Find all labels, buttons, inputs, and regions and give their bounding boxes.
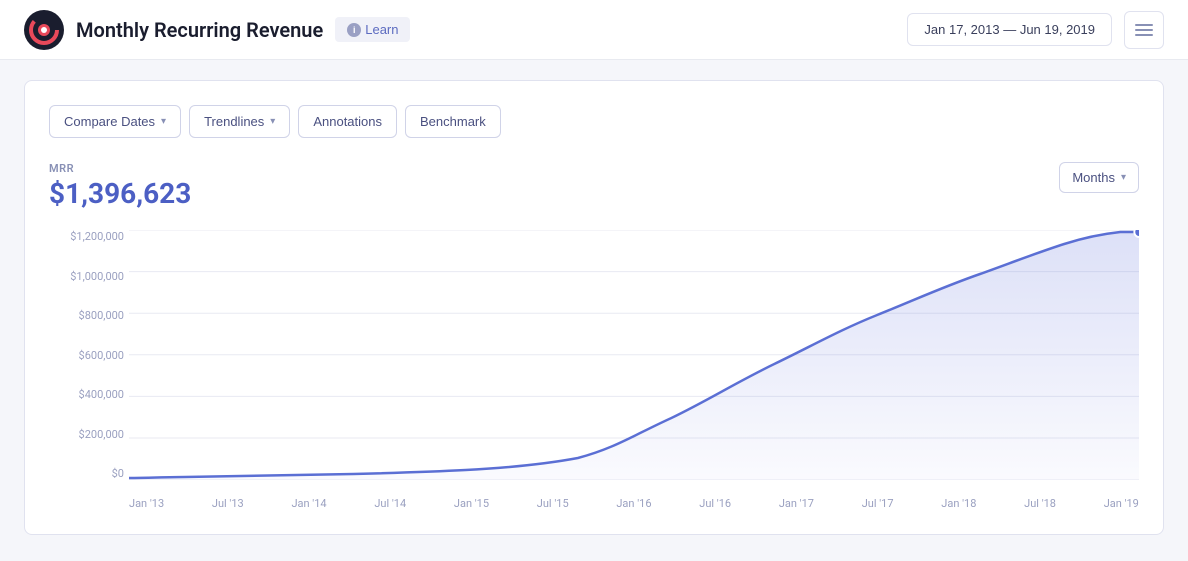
- x-label-jan15: Jan '15: [454, 497, 489, 510]
- annotations-button[interactable]: Annotations: [298, 105, 397, 138]
- x-label-jan17: Jan '17: [779, 497, 814, 510]
- info-icon: i: [347, 23, 361, 37]
- x-axis: Jan '13 Jul '13 Jan '14 Jul '14 Jan '15 …: [129, 482, 1139, 510]
- x-label-jan19: Jan '19: [1104, 497, 1139, 510]
- chevron-down-icon: ▾: [161, 116, 166, 127]
- chevron-down-icon: ▾: [270, 116, 275, 127]
- page-title: Monthly Recurring Revenue: [76, 18, 323, 42]
- x-label-jan16: Jan '16: [616, 497, 651, 510]
- date-range-picker[interactable]: Jan 17, 2013 — Jun 19, 2019: [907, 13, 1112, 46]
- menu-line-1: [1135, 24, 1153, 26]
- y-label-0: $0: [49, 467, 124, 480]
- y-label-600k: $600,000: [49, 349, 124, 362]
- benchmark-label: Benchmark: [420, 114, 486, 129]
- chart-canvas: [129, 230, 1139, 480]
- granularity-selector[interactable]: Months ▾: [1059, 162, 1139, 193]
- learn-button[interactable]: i Learn: [335, 17, 410, 42]
- metric-value: $1,396,623: [49, 177, 1139, 210]
- chart-wrapper: $0 $200,000 $400,000 $600,000 $800,000 $…: [49, 230, 1139, 510]
- chart-toolbar: Compare Dates ▾ Trendlines ▾ Annotations…: [49, 105, 1139, 138]
- chart-section: MRR $1,396,623 Months ▾ $0 $200,000 $400…: [49, 162, 1139, 510]
- compare-dates-label: Compare Dates: [64, 114, 155, 129]
- x-label-jul18: Jul '18: [1024, 497, 1056, 510]
- y-label-400k: $400,000: [49, 388, 124, 401]
- learn-label: Learn: [365, 22, 398, 37]
- annotations-label: Annotations: [313, 114, 382, 129]
- y-axis: $0 $200,000 $400,000 $600,000 $800,000 $…: [49, 230, 124, 480]
- benchmark-button[interactable]: Benchmark: [405, 105, 501, 138]
- x-label-jan18: Jan '18: [941, 497, 976, 510]
- app-logo: [24, 10, 64, 50]
- trendlines-label: Trendlines: [204, 114, 264, 129]
- x-label-jul16: Jul '16: [699, 497, 731, 510]
- hamburger-menu-button[interactable]: [1124, 11, 1164, 49]
- menu-line-2: [1135, 29, 1153, 31]
- x-label-jul15: Jul '15: [537, 497, 569, 510]
- x-label-jul13: Jul '13: [212, 497, 244, 510]
- y-label-12m: $1,200,000: [49, 230, 124, 243]
- chevron-down-icon: ▾: [1121, 172, 1126, 183]
- menu-line-3: [1135, 34, 1153, 36]
- x-label-jan14: Jan '14: [291, 497, 326, 510]
- compare-dates-button[interactable]: Compare Dates ▾: [49, 105, 181, 138]
- x-label-jan13: Jan '13: [129, 497, 164, 510]
- y-label-1m: $1,000,000: [49, 270, 124, 283]
- y-label-800k: $800,000: [49, 309, 124, 322]
- metric-label: MRR: [49, 162, 1139, 175]
- x-label-jul17: Jul '17: [862, 497, 894, 510]
- header-left: Monthly Recurring Revenue i Learn: [24, 10, 410, 50]
- header-right: Jan 17, 2013 — Jun 19, 2019: [907, 11, 1164, 49]
- chart-endpoint: [1134, 230, 1139, 237]
- granularity-label: Months: [1072, 170, 1115, 185]
- trendlines-button[interactable]: Trendlines ▾: [189, 105, 290, 138]
- main-card: Compare Dates ▾ Trendlines ▾ Annotations…: [24, 80, 1164, 535]
- header: Monthly Recurring Revenue i Learn Jan 17…: [0, 0, 1188, 60]
- line-chart-svg: [129, 230, 1139, 480]
- y-label-200k: $200,000: [49, 428, 124, 441]
- x-label-jul14: Jul '14: [374, 497, 406, 510]
